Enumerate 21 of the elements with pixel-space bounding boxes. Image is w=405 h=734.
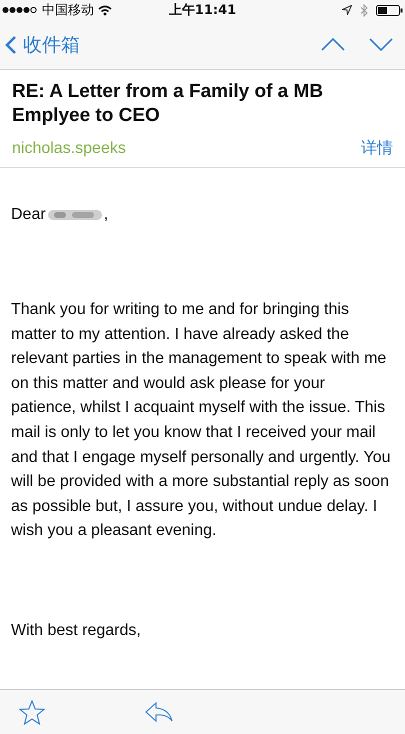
sender-name[interactable]: nicholas.speeks — [12, 140, 126, 158]
greeting-text: Dear — [11, 206, 46, 224]
reply-icon[interactable] — [145, 701, 173, 723]
greeting-comma: , — [104, 206, 108, 224]
bluetooth-icon — [360, 4, 368, 16]
location-icon — [342, 5, 352, 15]
wifi-icon — [98, 4, 112, 16]
battery-icon — [376, 4, 403, 16]
signal-icon — [2, 6, 38, 14]
email-subject: RE: A Letter from a Family of a MB Emplyee to CEO — [12, 80, 324, 128]
previous-icon[interactable] — [321, 38, 345, 51]
back-button[interactable]: 收件箱 — [5, 32, 80, 58]
message-body: Thank you for writing to me and for bringing this matter to my attention. I have already asked the relevant parties in the management to speak with me on this matter and would ask please for your patience, whilst I acquaint myself with the issue. This mail is only to let you know that I received your mail and that I engage myself personally and urgently. You will be provided with a more substantial reply as soon as possible but, I assure you, without undue delay. I wish you a pleasant evening. — [11, 300, 392, 542]
carrier-name: 中国移动 — [42, 2, 94, 19]
details-link[interactable]: 详情 — [361, 138, 393, 159]
blurred-name-drawing — [46, 207, 104, 223]
next-icon[interactable] — [369, 38, 393, 51]
star-icon[interactable] — [19, 700, 45, 724]
clock-time: 上午11:41 — [168, 2, 236, 19]
closing-text: With best regards, — [11, 622, 142, 640]
back-icon — [5, 34, 17, 54]
